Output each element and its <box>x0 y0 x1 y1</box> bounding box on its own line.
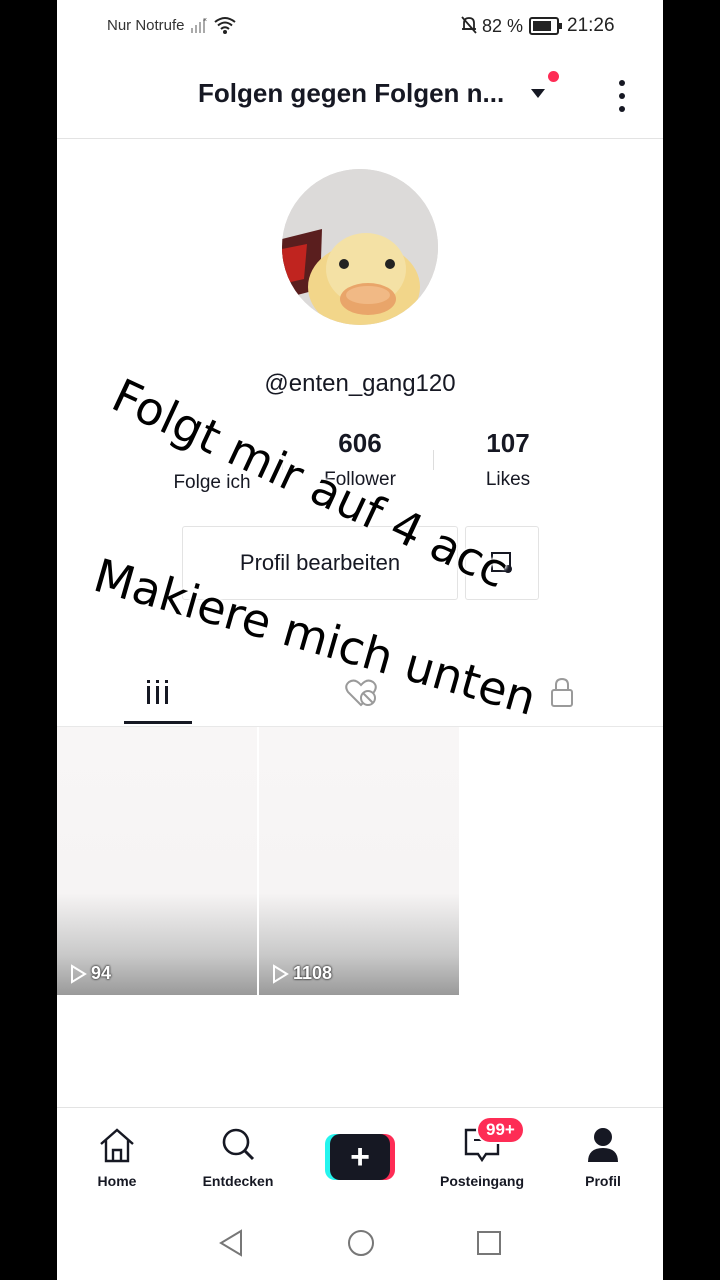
divider <box>433 450 434 470</box>
plus-icon: + <box>350 1138 370 1176</box>
nav-profile-label: Profil <box>585 1173 621 1189</box>
clock: 21:26 <box>567 15 615 36</box>
wifi-icon <box>214 17 236 34</box>
video-tile[interactable]: 1108 <box>259 727 459 995</box>
home-circle-icon[interactable] <box>346 1228 376 1258</box>
play-icon <box>273 963 289 984</box>
system-nav <box>57 1215 663 1275</box>
likes-count: 107 <box>486 428 530 458</box>
nav-inbox-label: Posteingang <box>439 1173 524 1189</box>
video-tile[interactable]: 94 <box>57 727 257 995</box>
recents-icon[interactable] <box>475 1229 503 1257</box>
battery-icon <box>529 17 562 35</box>
search-icon <box>222 1128 255 1161</box>
nav-home-label: Home <box>97 1173 137 1189</box>
view-count-value: 94 <box>91 963 112 983</box>
stat-likes[interactable]: 107 Likes <box>438 428 578 491</box>
nav-home[interactable]: Home <box>62 1126 172 1189</box>
bell-muted-icon <box>461 16 477 34</box>
account-switcher[interactable]: Folgen gegen Folgen n... <box>198 78 504 109</box>
home-icon <box>100 1128 134 1163</box>
phone-screen: Nur Notrufe × 82 % 21:26 Folgen gegen Fo… <box>57 0 663 1280</box>
nav-profile[interactable]: Profil <box>548 1126 658 1189</box>
view-count: 94 <box>69 963 111 984</box>
more-menu-icon[interactable] <box>612 78 632 114</box>
signal-icon: × <box>191 17 207 33</box>
liked-hidden-icon[interactable] <box>344 678 378 713</box>
play-icon <box>71 963 87 984</box>
bottom-nav: Home Entdecken + Posteingang Profil <box>57 1107 663 1208</box>
chevron-down-icon[interactable] <box>531 89 545 98</box>
grid-icon[interactable] <box>144 678 172 711</box>
inbox-badge: 99+ <box>478 1118 523 1142</box>
carrier-label: Nur Notrufe <box>107 17 185 34</box>
status-bar: Nur Notrufe × 82 % 21:26 <box>57 0 663 50</box>
notification-dot <box>548 71 559 82</box>
lock-icon[interactable] <box>548 676 576 713</box>
view-count: 1108 <box>271 963 332 984</box>
nav-discover[interactable]: Entdecken <box>183 1126 293 1189</box>
profile-header: Folgen gegen Folgen n... <box>57 60 663 139</box>
battery-percent: 82 % <box>482 16 524 36</box>
person-icon <box>588 1128 618 1162</box>
view-count-value: 1108 <box>293 963 333 983</box>
nav-discover-label: Entdecken <box>202 1173 274 1189</box>
create-button[interactable]: + <box>326 1134 394 1180</box>
tab-indicator <box>124 721 192 724</box>
svg-text:×: × <box>203 17 207 24</box>
back-icon[interactable] <box>217 1228 245 1258</box>
likes-label: Likes <box>485 469 531 490</box>
avatar[interactable] <box>282 169 438 325</box>
